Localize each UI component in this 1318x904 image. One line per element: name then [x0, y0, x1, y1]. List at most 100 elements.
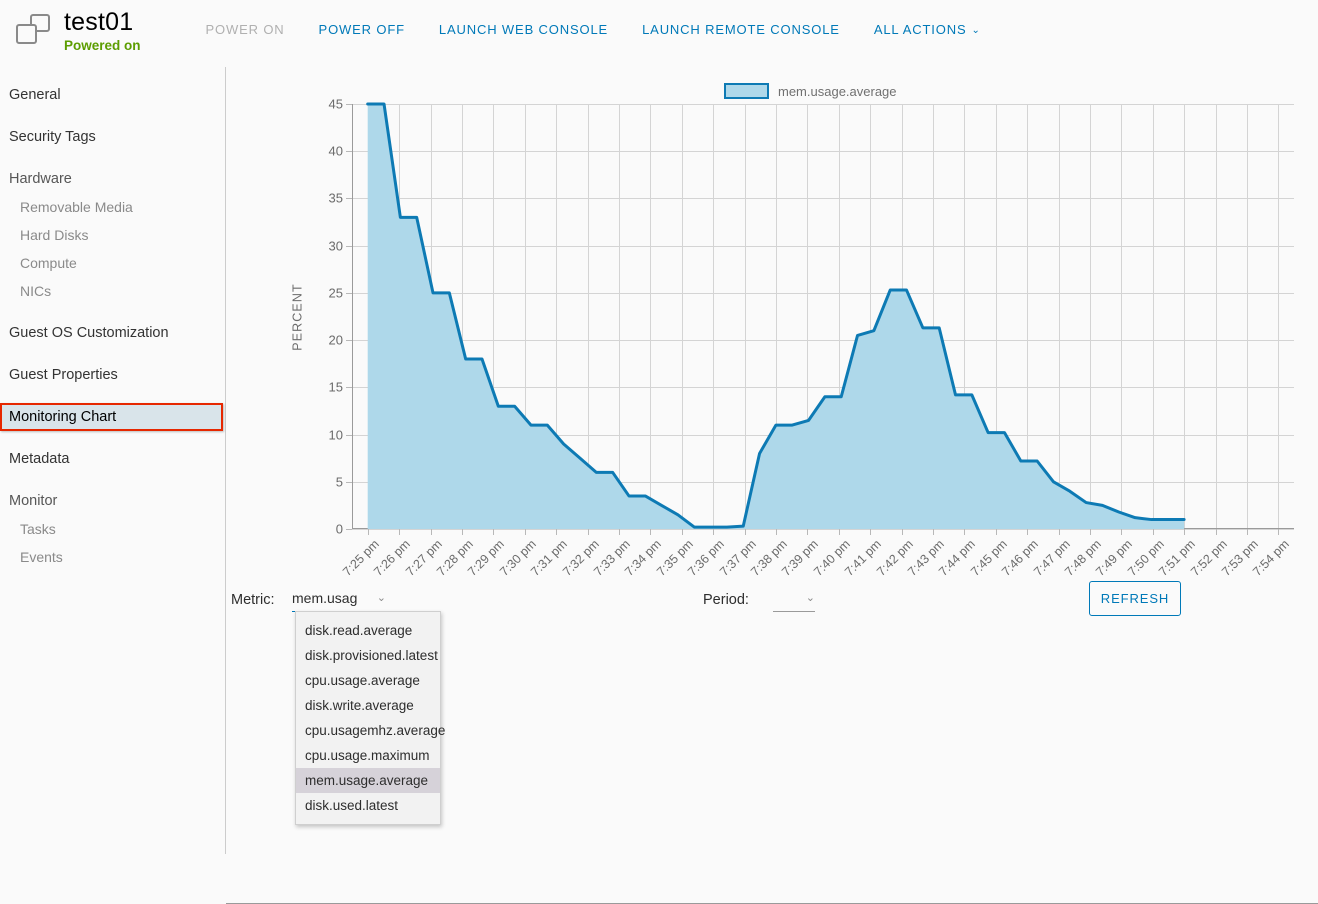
y-axis-tick-mark: [346, 481, 352, 483]
sidebar-item-hardware[interactable]: Hardware: [0, 165, 225, 193]
x-axis-tick-mark: [556, 529, 558, 535]
y-axis-tick-mark: [346, 434, 352, 436]
action-all-actions[interactable]: ALL ACTIONS ⌄: [857, 22, 998, 37]
x-axis-tick-mark: [1215, 529, 1217, 535]
y-axis-tick-mark: [346, 198, 352, 200]
x-axis-tick-mark: [775, 529, 777, 535]
action-launch-remote-console-label: LAUNCH REMOTE CONSOLE: [642, 22, 840, 37]
action-all-actions-label: ALL ACTIONS: [873, 22, 967, 37]
menu-item-cpu-usage-maximum[interactable]: cpu.usage.maximum: [296, 743, 440, 768]
x-axis-tick-mark: [870, 529, 872, 535]
x-axis-tick-mark: [713, 529, 715, 535]
sidebar-item-label: Guest Properties: [9, 367, 118, 383]
x-axis-tick-mark: [650, 529, 652, 535]
y-axis-tick-label: 45: [328, 96, 343, 112]
menu-item-disk-used-latest[interactable]: disk.used.latest: [296, 793, 440, 818]
menu-item-label: disk.provisioned.latest: [305, 648, 438, 663]
sidebar-item-label: Tasks: [20, 521, 56, 537]
x-axis-tick-mark: [1278, 529, 1280, 535]
sidebar-item-label: Removable Media: [20, 199, 133, 215]
action-launch-web-console[interactable]: LAUNCH WEB CONSOLE: [422, 22, 625, 37]
action-power-off-label: POWER OFF: [318, 22, 405, 37]
metric-select[interactable]: mem.usag ⌄: [292, 586, 386, 612]
chevron-down-icon: ⌄: [971, 25, 981, 36]
menu-item-label: cpu.usage.average: [305, 673, 420, 688]
period-label: Period:: [703, 592, 749, 608]
chevron-down-icon: ⌄: [376, 592, 386, 604]
y-axis-tick-mark: [346, 340, 352, 342]
menu-item-cpu-usage-average[interactable]: cpu.usage.average: [296, 668, 440, 693]
y-axis-tick-label: 15: [328, 379, 343, 395]
sidebar-item-label: Hardware: [9, 171, 72, 187]
legend-label: mem.usage.average: [778, 83, 897, 99]
sidebar-item-nics[interactable]: NICs: [0, 277, 225, 305]
metric-label: Metric:: [231, 592, 275, 608]
action-power-on[interactable]: POWER ON: [189, 22, 302, 37]
y-axis-tick-mark: [346, 104, 352, 105]
vm-icon-front-square: [16, 24, 37, 44]
action-bar: POWER ON POWER OFF LAUNCH WEB CONSOLE LA…: [189, 22, 998, 37]
menu-item-disk-write-average[interactable]: disk.write.average: [296, 693, 440, 718]
sidebar-item-label: Hard Disks: [20, 227, 89, 243]
main-panel: mem.usage.average PERCENT 0 5 10 15 20 25 30 35…: [226, 67, 1318, 904]
area-fill: [367, 104, 1185, 529]
sidebar-item-guest-os-customization[interactable]: Guest OS Customization: [0, 319, 225, 347]
x-axis-tick-mark: [838, 529, 840, 535]
x-axis-tick-mark: [367, 529, 369, 535]
y-axis-tick-label: 20: [328, 332, 343, 348]
sidebar-item-hard-disks[interactable]: Hard Disks: [0, 221, 225, 249]
menu-item-label: disk.used.latest: [305, 798, 399, 813]
y-axis-tick-label: 40: [328, 143, 343, 159]
menu-item-disk-read-average[interactable]: disk.read.average: [296, 618, 440, 643]
period-select[interactable]: ⌄: [773, 586, 815, 612]
chart-controls: Metric: mem.usag ⌄ Period: ⌄ REFRESH dis…: [226, 581, 1318, 825]
x-axis-tick-mark: [995, 529, 997, 535]
y-axis-tick-label: 30: [328, 238, 343, 254]
y-axis-tick-label: 35: [328, 190, 343, 206]
sidebar-item-security-tags[interactable]: Security Tags: [0, 123, 225, 151]
sidebar-item-label: General: [9, 87, 61, 103]
sidebar-item-label: Security Tags: [9, 129, 96, 145]
sidebar-item-monitor[interactable]: Monitor: [0, 487, 225, 515]
x-axis-tick-mark: [681, 529, 683, 535]
action-power-on-label: POWER ON: [205, 22, 285, 37]
sidebar-item-removable-media[interactable]: Removable Media: [0, 193, 225, 221]
y-axis-label: PERCENT: [290, 282, 305, 351]
x-axis-tick-mark: [618, 529, 620, 535]
menu-item-label: cpu.usage.maximum: [305, 748, 430, 763]
sidebar-item-tasks[interactable]: Tasks: [0, 515, 225, 543]
y-axis-tick-mark: [346, 292, 352, 294]
action-launch-remote-console[interactable]: LAUNCH REMOTE CONSOLE: [625, 22, 857, 37]
menu-item-label: disk.read.average: [305, 623, 413, 638]
metric-dropdown-menu[interactable]: disk.read.average disk.provisioned.latest…: [295, 611, 445, 825]
chevron-down-icon: ⌄: [805, 592, 815, 604]
sidebar-item-guest-properties[interactable]: Guest Properties: [0, 361, 225, 389]
y-axis-tick-label: 25: [328, 285, 343, 301]
y-axis-tick-mark: [346, 151, 352, 153]
x-axis-tick-mark: [744, 529, 746, 535]
menu-item-label: mem.usage.average: [305, 773, 429, 788]
sidebar-item-metadata[interactable]: Metadata: [0, 445, 225, 473]
sidebar-item-general[interactable]: General: [0, 81, 225, 109]
x-axis-tick-mark: [1121, 529, 1123, 535]
action-power-off[interactable]: POWER OFF: [302, 22, 422, 37]
sidebar-item-monitoring-chart[interactable]: Monitoring Chart: [0, 403, 223, 431]
menu-item-disk-provisioned-latest[interactable]: disk.provisioned.latest: [296, 643, 440, 668]
y-axis-tick-mark: [346, 245, 352, 247]
legend-swatch: [724, 83, 769, 99]
y-axis-tick-mark: [346, 387, 352, 389]
sidebar-item-label: Compute: [20, 255, 77, 271]
x-axis-tick-mark: [524, 529, 526, 535]
metric-select-value: mem.usag: [292, 589, 358, 606]
action-launch-web-console-label: LAUNCH WEB CONSOLE: [438, 22, 609, 37]
sidebar-item-events[interactable]: Events: [0, 543, 225, 571]
x-axis-tick-mark: [1089, 529, 1091, 535]
refresh-button[interactable]: REFRESH: [1089, 581, 1181, 616]
sidebar: General Security Tags Hardware Removable Me…: [0, 67, 226, 854]
x-axis-tick-mark: [493, 529, 495, 535]
sidebar-item-label: Monitor: [9, 493, 58, 509]
menu-item-mem-usage-average[interactable]: mem.usage.average: [296, 768, 440, 793]
x-axis-tick-mark: [964, 529, 966, 535]
sidebar-item-compute[interactable]: Compute: [0, 249, 225, 277]
menu-item-cpu-usagemhz-average[interactable]: cpu.usagemhz.average: [296, 718, 445, 743]
